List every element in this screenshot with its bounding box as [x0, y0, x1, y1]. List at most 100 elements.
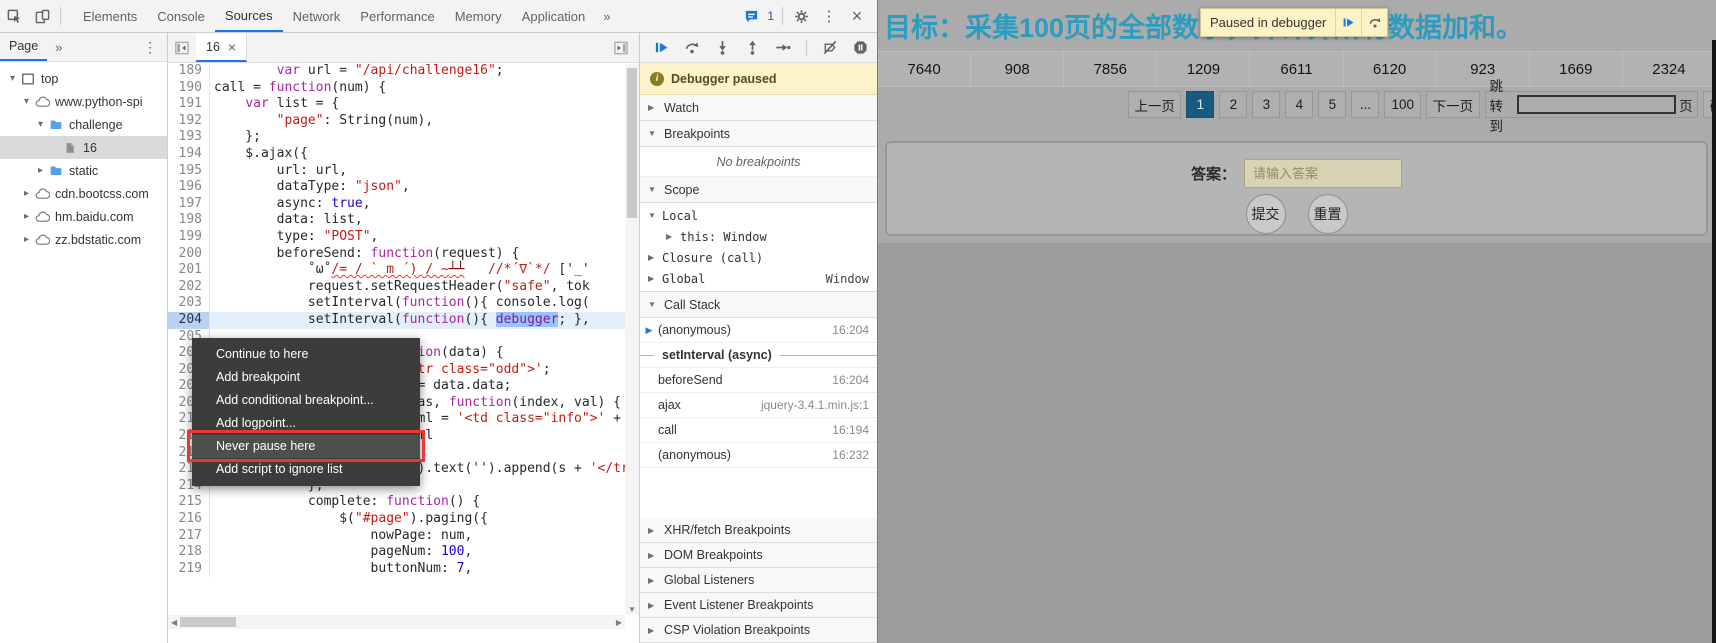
line-number[interactable]: 217: [168, 528, 210, 545]
navigator-tab-page[interactable]: Page: [0, 33, 47, 61]
section-breakpoints[interactable]: ▼ Breakpoints: [640, 121, 877, 147]
page-button-1[interactable]: 1: [1186, 91, 1214, 118]
horizontal-scrollbar[interactable]: ◀ ▶: [168, 615, 625, 629]
page-button-2[interactable]: 2: [1219, 91, 1247, 118]
triangle-down-icon[interactable]: ▾: [20, 96, 33, 107]
context-menu-item-add-conditional-breakpoint[interactable]: Add conditional breakpoint...: [192, 389, 420, 412]
call-stack-frame[interactable]: (anonymous)16:232: [640, 443, 877, 468]
section-scope[interactable]: ▼ Scope: [640, 177, 877, 203]
code-line[interactable]: 198 data: list,: [168, 212, 625, 229]
tree-item-challenge[interactable]: ▾challenge: [0, 113, 167, 136]
triangle-down-icon[interactable]: ▾: [6, 73, 19, 84]
line-number[interactable]: 191: [168, 96, 210, 113]
tree-item-cdn-bootcss-com[interactable]: ▸cdn.bootcss.com: [0, 182, 167, 205]
call-stack-frame[interactable]: ▶(anonymous)16:204: [640, 318, 877, 343]
jump-page-input[interactable]: [1517, 95, 1676, 114]
code-line[interactable]: 194 $.ajax({: [168, 146, 625, 163]
line-number[interactable]: 215: [168, 494, 210, 511]
context-menu-item-never-pause-here[interactable]: Never pause here: [192, 435, 420, 458]
line-number[interactable]: 198: [168, 212, 210, 229]
tab-network[interactable]: Network: [283, 0, 351, 32]
tree-item-16[interactable]: 16: [0, 136, 167, 159]
line-number[interactable]: 189: [168, 63, 210, 80]
section-xhr-fetch-breakpoints[interactable]: ▶XHR/fetch Breakpoints: [640, 518, 877, 543]
code-line[interactable]: 197 async: true,: [168, 196, 625, 213]
navigator-more-icon[interactable]: »: [47, 40, 70, 55]
code-line[interactable]: 204 setInterval(function(){ debugger; },: [168, 312, 625, 329]
line-number[interactable]: 192: [168, 113, 210, 130]
line-number[interactable]: 195: [168, 163, 210, 180]
triangle-right-icon[interactable]: ▸: [20, 234, 33, 245]
line-number[interactable]: 199: [168, 229, 210, 246]
scope-row[interactable]: ▶Closure (call): [640, 247, 877, 268]
show-debugger-icon[interactable]: [607, 35, 635, 61]
context-menu-item-add-script-to-ignore-list[interactable]: Add script to ignore list: [192, 458, 420, 481]
context-menu-item-add-breakpoint[interactable]: Add breakpoint: [192, 366, 420, 389]
kebab-menu-icon[interactable]: ⋮: [815, 3, 843, 29]
step-icon[interactable]: [775, 40, 791, 55]
console-messages-icon[interactable]: [737, 3, 765, 29]
page-button-4[interactable]: 4: [1285, 91, 1313, 118]
tab-application[interactable]: Application: [512, 0, 596, 32]
code-line[interactable]: 192 "page": String(num),: [168, 113, 625, 130]
reset-button[interactable]: 重置: [1308, 194, 1348, 234]
tree-item-hm-baidu-com[interactable]: ▸hm.baidu.com: [0, 205, 167, 228]
editor-tab-16[interactable]: 16 ×: [196, 33, 247, 62]
code-line[interactable]: 203 setInterval(function(){ console.log(: [168, 295, 625, 312]
code-line[interactable]: 202 request.setRequestHeader("safe", tok: [168, 279, 625, 296]
call-stack-frame[interactable]: call16:194: [640, 418, 877, 443]
step-over-icon[interactable]: [684, 40, 700, 55]
tree-item-static[interactable]: ▸static: [0, 159, 167, 182]
scope-row[interactable]: ▶GlobalWindow: [640, 268, 877, 289]
tab-memory[interactable]: Memory: [445, 0, 512, 32]
vertical-scrollbar[interactable]: ▼: [625, 64, 639, 615]
inspect-icon[interactable]: [0, 3, 28, 29]
call-stack-frame[interactable]: beforeSend16:204: [640, 368, 877, 393]
device-toolbar-icon[interactable]: [28, 3, 56, 29]
code-line[interactable]: 200 beforeSend: function(request) {: [168, 246, 625, 263]
line-number[interactable]: 190: [168, 80, 210, 97]
triangle-right-icon[interactable]: ▸: [20, 188, 33, 199]
line-number[interactable]: 216: [168, 511, 210, 528]
line-number[interactable]: 193: [168, 129, 210, 146]
page-scrollbar-strip[interactable]: [1712, 40, 1716, 643]
tab-close-icon[interactable]: ×: [228, 39, 236, 55]
call-stack-frame[interactable]: ajaxjquery-3.4.1.min.js:1: [640, 393, 877, 418]
code-line[interactable]: 195 url: url,: [168, 163, 625, 180]
scope-row[interactable]: ▼Local: [640, 205, 877, 226]
scroll-right-icon[interactable]: ▶: [613, 618, 625, 627]
line-number[interactable]: 196: [168, 179, 210, 196]
tree-item-zz-bdstatic-com[interactable]: ▸zz.bdstatic.com: [0, 228, 167, 251]
section-call-stack[interactable]: ▼ Call Stack: [640, 292, 877, 318]
triangle-right-icon[interactable]: ▸: [20, 211, 33, 222]
more-tabs-icon[interactable]: »: [595, 9, 618, 24]
scrollbar-thumb[interactable]: [627, 68, 637, 218]
pause-on-exceptions-icon[interactable]: [853, 40, 868, 55]
answer-input[interactable]: [1244, 159, 1402, 188]
line-number[interactable]: 202: [168, 279, 210, 296]
submit-button[interactable]: 提交: [1246, 194, 1286, 234]
code-line[interactable]: 217 nowPage: num,: [168, 528, 625, 545]
line-number[interactable]: 194: [168, 146, 210, 163]
close-icon[interactable]: ×: [843, 3, 871, 29]
code-line[interactable]: 219 buttonNum: 7,: [168, 561, 625, 578]
tab-sources[interactable]: Sources: [215, 0, 283, 32]
code-line[interactable]: 218 pageNum: 100,: [168, 544, 625, 561]
section-event-listener-breakpoints[interactable]: ▶Event Listener Breakpoints: [640, 593, 877, 618]
page-button-5[interactable]: 5: [1318, 91, 1346, 118]
line-number[interactable]: 218: [168, 544, 210, 561]
line-number[interactable]: 203: [168, 295, 210, 312]
line-number[interactable]: 200: [168, 246, 210, 263]
step-out-icon[interactable]: [745, 40, 760, 55]
line-number[interactable]: 204: [168, 312, 210, 329]
context-menu-item-add-logpoint[interactable]: Add logpoint...: [192, 412, 420, 435]
tree-item-top[interactable]: ▾top: [0, 67, 167, 90]
tab-performance[interactable]: Performance: [350, 0, 444, 32]
scroll-down-icon[interactable]: ▼: [625, 605, 639, 614]
scroll-left-icon[interactable]: ◀: [168, 618, 180, 627]
step-into-icon[interactable]: [715, 40, 730, 55]
code-line[interactable]: 201 ˚ω˚/= / ` m ´) / ~┴┴ //*´∇`*/ ['_': [168, 262, 625, 279]
code-line[interactable]: 215 complete: function() {: [168, 494, 625, 511]
code-line[interactable]: 189 var url = "/api/challenge16";: [168, 63, 625, 80]
page-ellipsis-button[interactable]: ...: [1351, 91, 1379, 118]
